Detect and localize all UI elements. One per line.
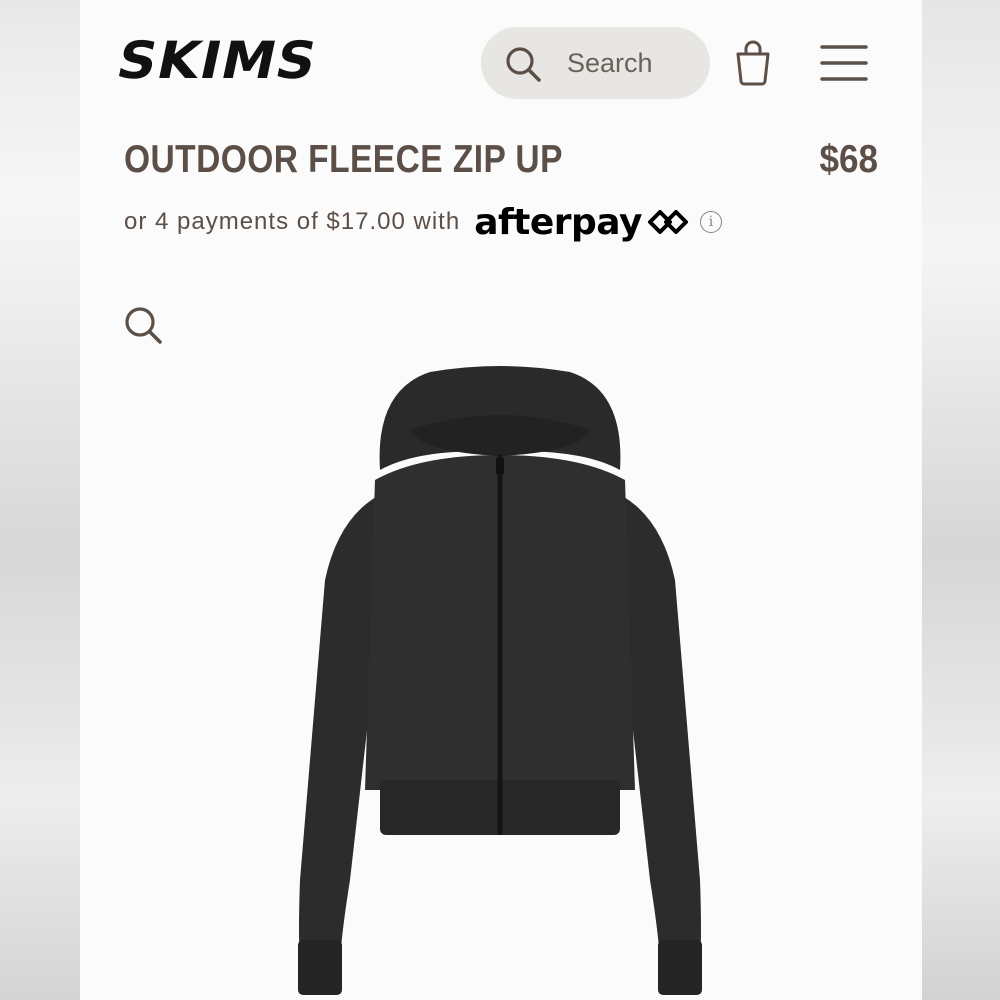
afterpay-arrows-icon bbox=[647, 210, 688, 234]
afterpay-logo[interactable]: afterpay bbox=[474, 202, 642, 243]
search-placeholder: Search bbox=[567, 48, 653, 78]
installments-row: or 4 payments of $17.00 with afterpay i bbox=[124, 200, 722, 244]
search-input[interactable]: Search bbox=[481, 27, 710, 99]
installments-text: or 4 payments of $17.00 with bbox=[124, 208, 461, 235]
photo-frame-right bbox=[920, 0, 1000, 1000]
product-image[interactable] bbox=[280, 360, 720, 1000]
brand-logo[interactable]: SKIMS bbox=[112, 31, 323, 91]
zoom-icon[interactable] bbox=[122, 304, 164, 346]
search-icon bbox=[506, 47, 541, 82]
shopping-bag-icon[interactable] bbox=[734, 40, 772, 86]
photo-frame-left bbox=[0, 0, 80, 1000]
app-screen: SKIMS Search OUTDOOR FLEECE ZIP UP $68 o… bbox=[80, 0, 922, 1000]
info-icon[interactable]: i bbox=[699, 211, 722, 233]
product-title: OUTDOOR FLEECE ZIP UP bbox=[124, 138, 563, 181]
product-price: $68 bbox=[819, 138, 878, 181]
hamburger-menu-icon[interactable] bbox=[820, 43, 868, 83]
